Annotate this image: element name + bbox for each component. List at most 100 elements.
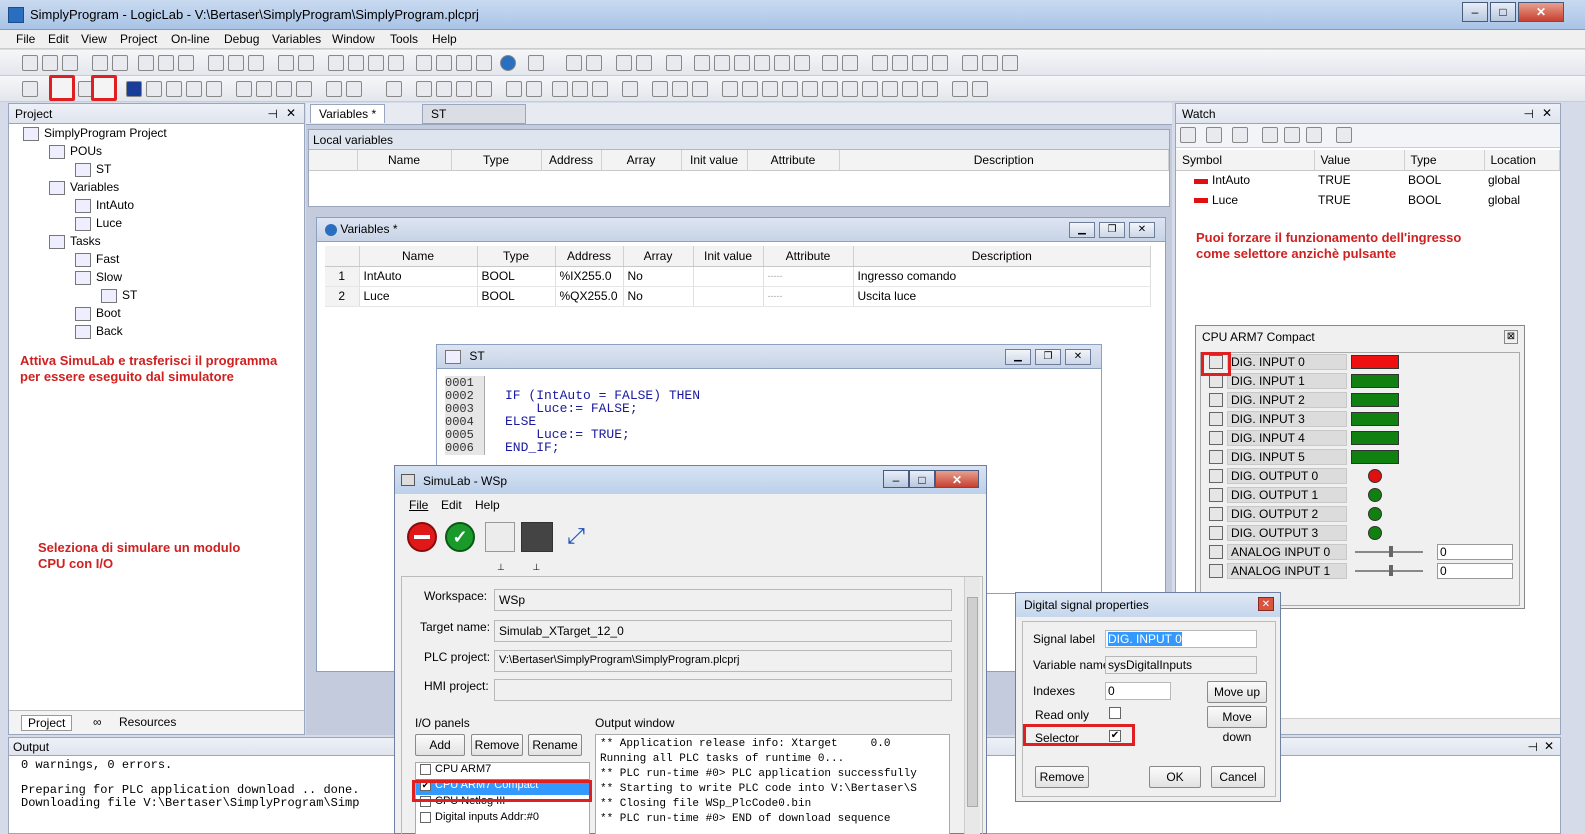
output-fbd-icon[interactable] (882, 81, 898, 97)
col-type[interactable]: Type (451, 150, 542, 171)
minimize-button[interactable]: – (1462, 2, 1488, 22)
digital-input-toggle[interactable] (1351, 450, 1399, 464)
watch-next-icon[interactable] (1232, 127, 1248, 143)
slider-thumb[interactable] (1389, 565, 1393, 576)
simulab-scrollbar[interactable] (964, 577, 980, 834)
pointer-icon[interactable] (652, 81, 668, 97)
cell-address[interactable]: %QX255.0 (555, 286, 624, 307)
connect-line-icon[interactable] (672, 81, 688, 97)
plc-project-field[interactable]: V:\Bertaser\SimplyProgram\SimplyProgram.… (494, 650, 952, 672)
simulab-menu-help[interactable]: Help (475, 498, 500, 512)
move-down-button[interactable]: Move down (1207, 706, 1267, 744)
col-array[interactable]: Array (601, 150, 682, 171)
step-icon[interactable] (386, 81, 402, 97)
tab-variables[interactable]: Variables * (310, 104, 386, 123)
play-icon[interactable] (552, 81, 568, 97)
cell-init[interactable] (693, 286, 764, 307)
io-panel-checkbox[interactable] (420, 763, 431, 775)
step-over-icon[interactable] (476, 81, 492, 97)
simulation-mode-icon[interactable] (49, 75, 75, 101)
contact-icon[interactable] (714, 55, 730, 71)
download-icon[interactable] (91, 75, 117, 101)
coil-icon[interactable] (734, 55, 750, 71)
hmi-project-field[interactable] (494, 679, 952, 701)
cut-icon[interactable] (138, 55, 154, 71)
digital-input-toggle[interactable] (1351, 393, 1399, 407)
cell-description[interactable]: Ingresso comando (853, 266, 1151, 287)
io-properties-icon[interactable] (1209, 393, 1223, 407)
watch-view-icon[interactable] (388, 55, 404, 71)
help-icon[interactable] (500, 55, 516, 71)
io-properties-icon[interactable] (1209, 450, 1223, 464)
io-panel-item[interactable]: Digital inputs Addr:#0 (416, 811, 589, 827)
close-button[interactable]: ✕ (1518, 2, 1564, 22)
digital-input-toggle[interactable] (1351, 412, 1399, 426)
col-description[interactable]: Description (839, 150, 1169, 171)
digital-input-toggle[interactable] (1351, 374, 1399, 388)
io-properties-icon[interactable] (1209, 412, 1223, 426)
compile-project-icon[interactable] (22, 81, 38, 97)
watch-col-location[interactable]: Location (1484, 150, 1560, 171)
menu-view[interactable]: View (81, 32, 107, 46)
cell-attribute[interactable]: ----- (763, 266, 854, 287)
col-name[interactable]: Name (357, 150, 452, 171)
vcol-address[interactable]: Address (555, 246, 624, 267)
tree-item[interactable]: IntAuto (17, 198, 302, 216)
menu-edit[interactable]: Edit (48, 32, 69, 46)
s-coil-icon[interactable] (794, 55, 810, 71)
library-view-icon[interactable] (368, 55, 384, 71)
copy-icon[interactable] (158, 55, 174, 71)
table-row[interactable]: 1 IntAuto BOOL %IX255.0 No ----- Ingress… (325, 266, 1151, 287)
breakpoint-icon[interactable] (326, 81, 342, 97)
vcol-name[interactable]: Name (359, 246, 478, 267)
jump-fbd-icon[interactable] (822, 81, 838, 97)
col-init[interactable]: Init value (681, 150, 748, 171)
tree-item[interactable]: Luce (17, 216, 302, 234)
cross-reference-icon[interactable] (528, 55, 544, 71)
branch-icon[interactable] (822, 55, 838, 71)
play-step-icon[interactable] (572, 81, 588, 97)
connect-icon[interactable] (146, 81, 162, 97)
cancel-button[interactable]: Cancel (1211, 766, 1265, 788)
r-coil-icon[interactable] (774, 55, 790, 71)
io-panel-item[interactable]: CPU ARM7 (416, 763, 589, 779)
menu-online[interactable]: On-line (171, 32, 210, 46)
block-icon[interactable] (694, 55, 710, 71)
new-icon[interactable] (22, 55, 38, 71)
move-up-button[interactable]: Move up (1207, 681, 1267, 703)
simulab-maximize-button[interactable]: □ (909, 470, 935, 488)
mdi-restore-button[interactable]: ❐ (1099, 222, 1125, 238)
stop-icon[interactable] (126, 81, 142, 97)
tree-item[interactable]: Variables (17, 180, 302, 198)
hand-move-icon[interactable] (526, 81, 542, 97)
watch-close-icon[interactable]: ✕ (1542, 106, 1552, 120)
menu-window[interactable]: Window (332, 32, 375, 46)
step-out-icon[interactable] (456, 81, 472, 97)
col-attribute[interactable]: Attribute (747, 150, 840, 171)
expand-icon[interactable]: ⤢ (559, 522, 593, 552)
mdi-minimize-button[interactable]: ▁ (1069, 222, 1095, 238)
var-fbd-icon[interactable] (742, 81, 758, 97)
table-row[interactable]: 2 Luce BOOL %QX255.0 No ----- Uscita luc… (325, 286, 1151, 307)
label-fbd-icon[interactable] (782, 81, 798, 97)
return-fbd-icon[interactable] (802, 81, 818, 97)
oscilloscope-icon[interactable] (276, 81, 292, 97)
find-next-icon[interactable] (248, 55, 264, 71)
io-properties-icon[interactable] (1209, 431, 1223, 445)
io-properties-icon[interactable] (1209, 545, 1223, 559)
watch-export-icon[interactable] (1306, 127, 1322, 143)
output-pin-icon[interactable]: ⊣ (1528, 740, 1538, 754)
print-icon[interactable] (278, 55, 294, 71)
st-restore-button[interactable]: ❐ (1035, 349, 1061, 365)
slider-thumb[interactable] (1389, 546, 1393, 557)
tree-item[interactable]: SimplyProgram Project (17, 126, 302, 144)
simulab-minimize-button[interactable]: – (883, 470, 909, 488)
cell-attribute[interactable]: ----- (763, 286, 854, 307)
print-preview-icon[interactable] (298, 55, 314, 71)
io-panel-icon[interactable] (521, 522, 553, 552)
dsp-close-button[interactable]: ✕ (1258, 597, 1274, 611)
cell-description[interactable]: Uscita luce (853, 286, 1151, 307)
breakpoint-clear-icon[interactable] (346, 81, 362, 97)
watch-col-type[interactable]: Type (1404, 150, 1485, 171)
align-right-icon[interactable] (616, 55, 632, 71)
